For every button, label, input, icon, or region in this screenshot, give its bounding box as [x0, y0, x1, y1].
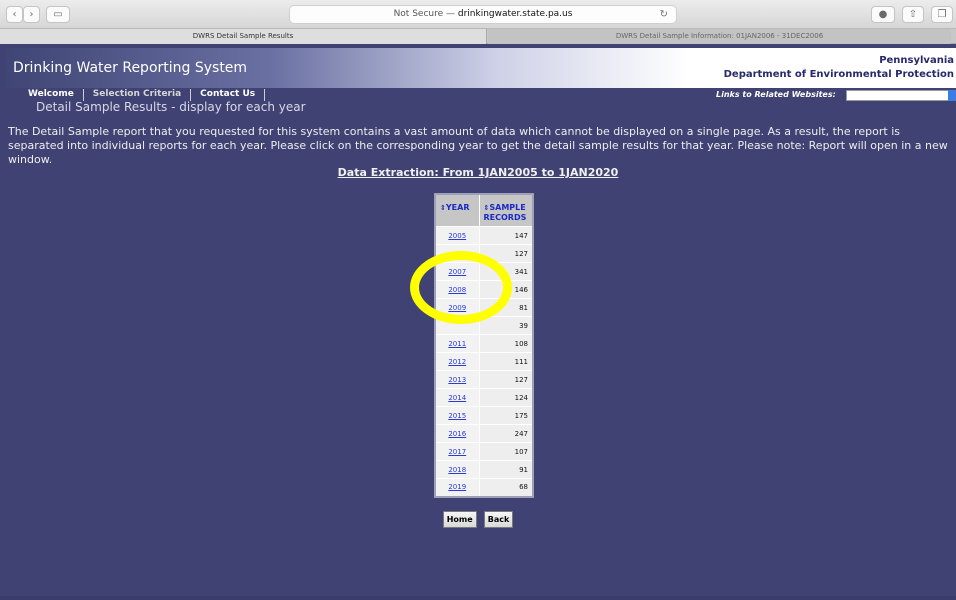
tab-bar: DWRS Detail Sample Results DWRS Detail S…	[0, 29, 956, 44]
sample-records-cell: 247	[478, 424, 534, 443]
year-link[interactable]: 2012	[448, 358, 466, 366]
download-icon[interactable]: ●	[871, 6, 895, 23]
table-row: 2018 91	[434, 460, 534, 479]
data-extraction-heading: Data Extraction: From 1JAN2005 to 1JAN20…	[337, 166, 619, 179]
table-row: 2014 124	[434, 388, 534, 407]
year-cell: 2015	[434, 406, 480, 425]
year-cell: 2012	[434, 352, 480, 371]
tab-detail-sample-information[interactable]: DWRS Detail Sample Information: 01JAN200…	[488, 29, 951, 44]
year-link[interactable]: 2015	[448, 412, 466, 420]
intro-text: The Detail Sample report that you reques…	[8, 125, 948, 166]
table-row: 2017 107	[434, 442, 534, 461]
reload-icon[interactable]: ↻	[660, 6, 668, 23]
year-cell: 2005	[434, 226, 480, 245]
table-row: 2011 108	[434, 334, 534, 353]
year-link[interactable]: 2013	[448, 376, 466, 384]
year-cell: 2019	[434, 478, 480, 497]
sidebar-icon[interactable]: ▭	[46, 6, 70, 23]
sample-records-cell: 68	[478, 478, 534, 497]
highlight-circle	[410, 251, 512, 324]
sample-records-cell: 127	[478, 370, 534, 389]
year-link[interactable]: 2014	[448, 394, 466, 402]
tab-detail-sample-results[interactable]: DWRS Detail Sample Results	[0, 29, 487, 44]
tabs-overview-icon[interactable]: ❐	[931, 6, 953, 23]
table-row: 2005 147	[434, 226, 534, 245]
forward-arrow-icon[interactable]: ›	[23, 6, 40, 23]
sample-records-cell: 91	[478, 460, 534, 479]
page-banner: Drinking Water Reporting System Pennsylv…	[5, 48, 956, 88]
page-bottom-band	[0, 596, 956, 600]
year-link[interactable]: 2011	[448, 340, 466, 348]
year-cell: 2017	[434, 442, 480, 461]
year-link[interactable]: 2017	[448, 448, 466, 456]
browser-toolbar: ‹ › ▭ Not Secure — drinkingwater.state.p…	[0, 0, 956, 29]
dropdown-arrow-icon	[948, 90, 956, 101]
address-bar[interactable]: Not Secure — drinkingwater.state.pa.us ↻	[289, 5, 677, 24]
sample-records-cell: 108	[478, 334, 534, 353]
share-icon[interactable]: ⇧	[902, 6, 924, 23]
year-cell: 2018	[434, 460, 480, 479]
back-button[interactable]: Back	[483, 511, 514, 528]
state-name: Pennsylvania	[879, 55, 954, 66]
related-links-label: Links to Related Websites:	[716, 90, 836, 99]
year-link[interactable]: 2005	[448, 232, 466, 240]
sample-records-cell: 39	[478, 316, 534, 335]
address-host: drinkingwater.state.pa.us	[457, 9, 573, 19]
home-button[interactable]: Home	[442, 511, 477, 528]
table-row: 2013 127	[434, 370, 534, 389]
system-name: Drinking Water Reporting System	[13, 60, 248, 76]
year-cell: 2011	[434, 334, 480, 353]
related-links-dropdown[interactable]	[846, 90, 956, 101]
table-row: 2015 175	[434, 406, 534, 425]
year-cell: 2014	[434, 388, 480, 407]
year-link[interactable]: 2019	[448, 483, 466, 491]
table-row: 2012 111	[434, 352, 534, 371]
year-link[interactable]: 2018	[448, 466, 466, 474]
sample-records-column-header[interactable]: ⇕SAMPLE RECORDS	[478, 193, 534, 227]
year-column-header[interactable]: ⇕YEAR	[434, 193, 480, 227]
address-prefix: Not Secure —	[393, 9, 458, 19]
year-cell: 2016	[434, 424, 480, 443]
year-link[interactable]: 2016	[448, 430, 466, 438]
sample-records-cell: 175	[478, 406, 534, 425]
year-cell: 2013	[434, 370, 480, 389]
sample-records-cell: 107	[478, 442, 534, 461]
sample-records-cell: 147	[478, 226, 534, 245]
sample-records-cell: 111	[478, 352, 534, 371]
sample-records-cell: 124	[478, 388, 534, 407]
table-row: 2019 68	[434, 478, 534, 497]
page-subtitle: Detail Sample Results - display for each…	[36, 100, 306, 114]
sample-results-table: ⇕YEAR ⇕SAMPLE RECORDS 2005 147 127 2007 341 20…	[434, 193, 534, 498]
button-row: Home Back	[0, 507, 956, 528]
department-name: Department of Environmental Protection	[723, 69, 954, 80]
back-arrow-icon[interactable]: ‹	[6, 6, 23, 23]
table-row: 2016 247	[434, 424, 534, 443]
